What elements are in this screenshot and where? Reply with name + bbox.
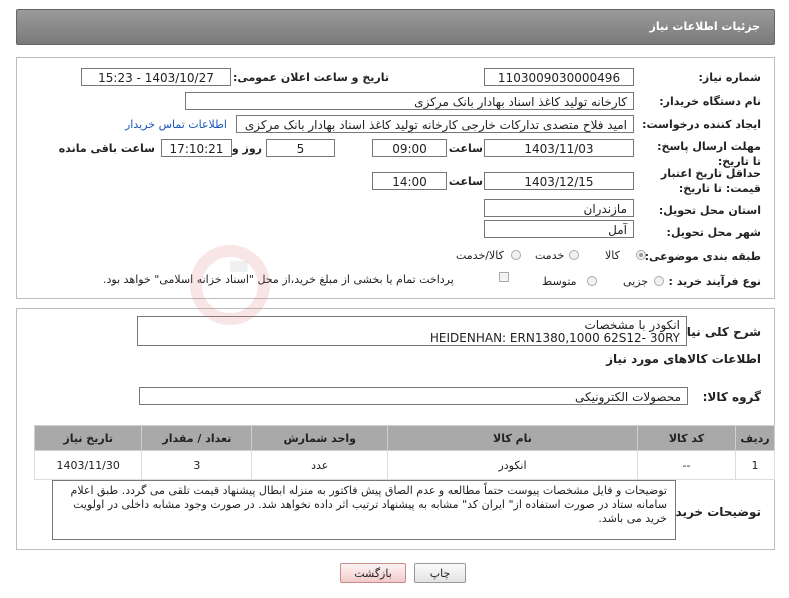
col-code-header: کد کالا <box>636 425 737 451</box>
items-table-header: ردیف کد کالا نام کالا واحد شمارش تعداد /… <box>33 425 775 451</box>
process-minor-radio[interactable] <box>654 276 664 286</box>
cell-code: -- <box>636 450 737 480</box>
contact-buyer-link[interactable]: اطلاعات تماس خریدار <box>125 118 227 131</box>
province-field: مازندران <box>484 199 634 217</box>
process-minor-label: جزیی <box>623 275 649 288</box>
col-row-header: ردیف <box>735 425 775 451</box>
cell-name: انکودر <box>387 450 638 480</box>
goods-info-title: اطلاعات کالاهای مورد نیاز <box>606 352 761 366</box>
col-name-header: نام کالا <box>387 425 638 451</box>
days-field: 5 <box>266 139 335 157</box>
category-goods-service-radio[interactable] <box>511 250 521 260</box>
reply-date-field: 1403/11/03 <box>484 139 634 157</box>
col-unit-header: واحد شمارش <box>251 425 389 451</box>
category-service-radio[interactable] <box>569 250 579 260</box>
process-medium-radio[interactable] <box>587 276 597 286</box>
general-desc-line2: HEIDENHAN: ERN1380,1000 62S12- 30RY <box>429 331 680 345</box>
reply-time-field: 09:00 <box>372 139 447 157</box>
requester-label: ایجاد کننده درخواست: <box>642 118 761 131</box>
reply-deadline-label: مهلت ارسال پاسخ: تا تاریخ: <box>657 140 761 168</box>
reply-hour-label: ساعت <box>448 142 483 155</box>
goods-group-field: محصولات الکترونیکی <box>139 387 688 405</box>
city-field: آمل <box>484 220 634 238</box>
buyer-notes-box: توضیحات و فایل مشخصات پیوست حتماً مطالعه… <box>52 480 676 540</box>
remaining-label: ساعت باقی مانده <box>58 142 155 155</box>
category-goods-radio[interactable] <box>636 250 646 260</box>
cell-unit: عدد <box>251 450 389 480</box>
back-button[interactable]: بازگشت <box>340 563 406 583</box>
items-table: ردیف کد کالا نام کالا واحد شمارش تعداد /… <box>33 425 775 480</box>
price-validity-label: حداقل تاریخ اعتبار قیمت: تا تاریخ: <box>660 167 761 195</box>
col-date-header: تاریخ نیاز <box>33 425 143 451</box>
category-label: طبقه بندی موضوعی: <box>644 250 761 263</box>
announce-datetime-field: 1403/10/27 - 15:23 <box>81 68 231 86</box>
treasury-payment-checkbox[interactable] <box>499 272 509 282</box>
remaining-time-field: 17:10:21 <box>161 139 232 157</box>
category-service-label: خدمت <box>535 249 565 262</box>
treasury-payment-note: پرداخت تمام یا بخشی از مبلغ خرید،از محل … <box>103 273 454 286</box>
page-title: جزئیات اطلاعات نیاز <box>649 20 761 33</box>
cell-date: 1403/11/30 <box>33 450 143 480</box>
print-button[interactable]: چاپ <box>414 563 466 583</box>
need-number-label: شماره نیاز: <box>698 71 761 84</box>
cell-qty: 3 <box>141 450 253 480</box>
announce-datetime-label: تاریخ و ساعت اعلان عمومی: <box>232 71 389 84</box>
validity-time-field: 14:00 <box>372 172 447 190</box>
purchase-process-label: نوع فرآیند خرید : <box>668 275 761 288</box>
need-number-field: 1103009030000496 <box>484 68 634 86</box>
buyer-org-label: نام دستگاه خریدار: <box>659 95 761 108</box>
watermark-logo-icon <box>190 245 270 325</box>
buyer-org-field: کارخانه تولید کاغذ اسناد بهادار بانک مرک… <box>185 92 634 110</box>
validity-hour-label: ساعت <box>448 175 483 188</box>
requester-field: امید فلاح متصدی تدارکات خارجی کارخانه تو… <box>236 115 634 133</box>
goods-group-label: گروه کالا: <box>702 390 761 404</box>
province-label: استان محل تحویل: <box>658 204 761 217</box>
process-medium-label: متوسط <box>542 275 577 288</box>
category-goods-label: کالا <box>605 249 620 262</box>
general-desc-label: شرح کلی نیاز: <box>675 325 761 339</box>
table-row: 1 -- انکودر عدد 3 1403/11/30 <box>33 450 775 480</box>
days-and-label: روز و <box>231 142 262 155</box>
category-goods-service-label: کالا/خدمت <box>456 249 504 262</box>
col-qty-header: تعداد / مقدار <box>141 425 253 451</box>
page-header: جزئیات اطلاعات نیاز <box>16 9 775 45</box>
cell-row: 1 <box>735 450 775 480</box>
validity-date-field: 1403/12/15 <box>484 172 634 190</box>
city-label: شهر محل تحویل: <box>666 226 761 239</box>
